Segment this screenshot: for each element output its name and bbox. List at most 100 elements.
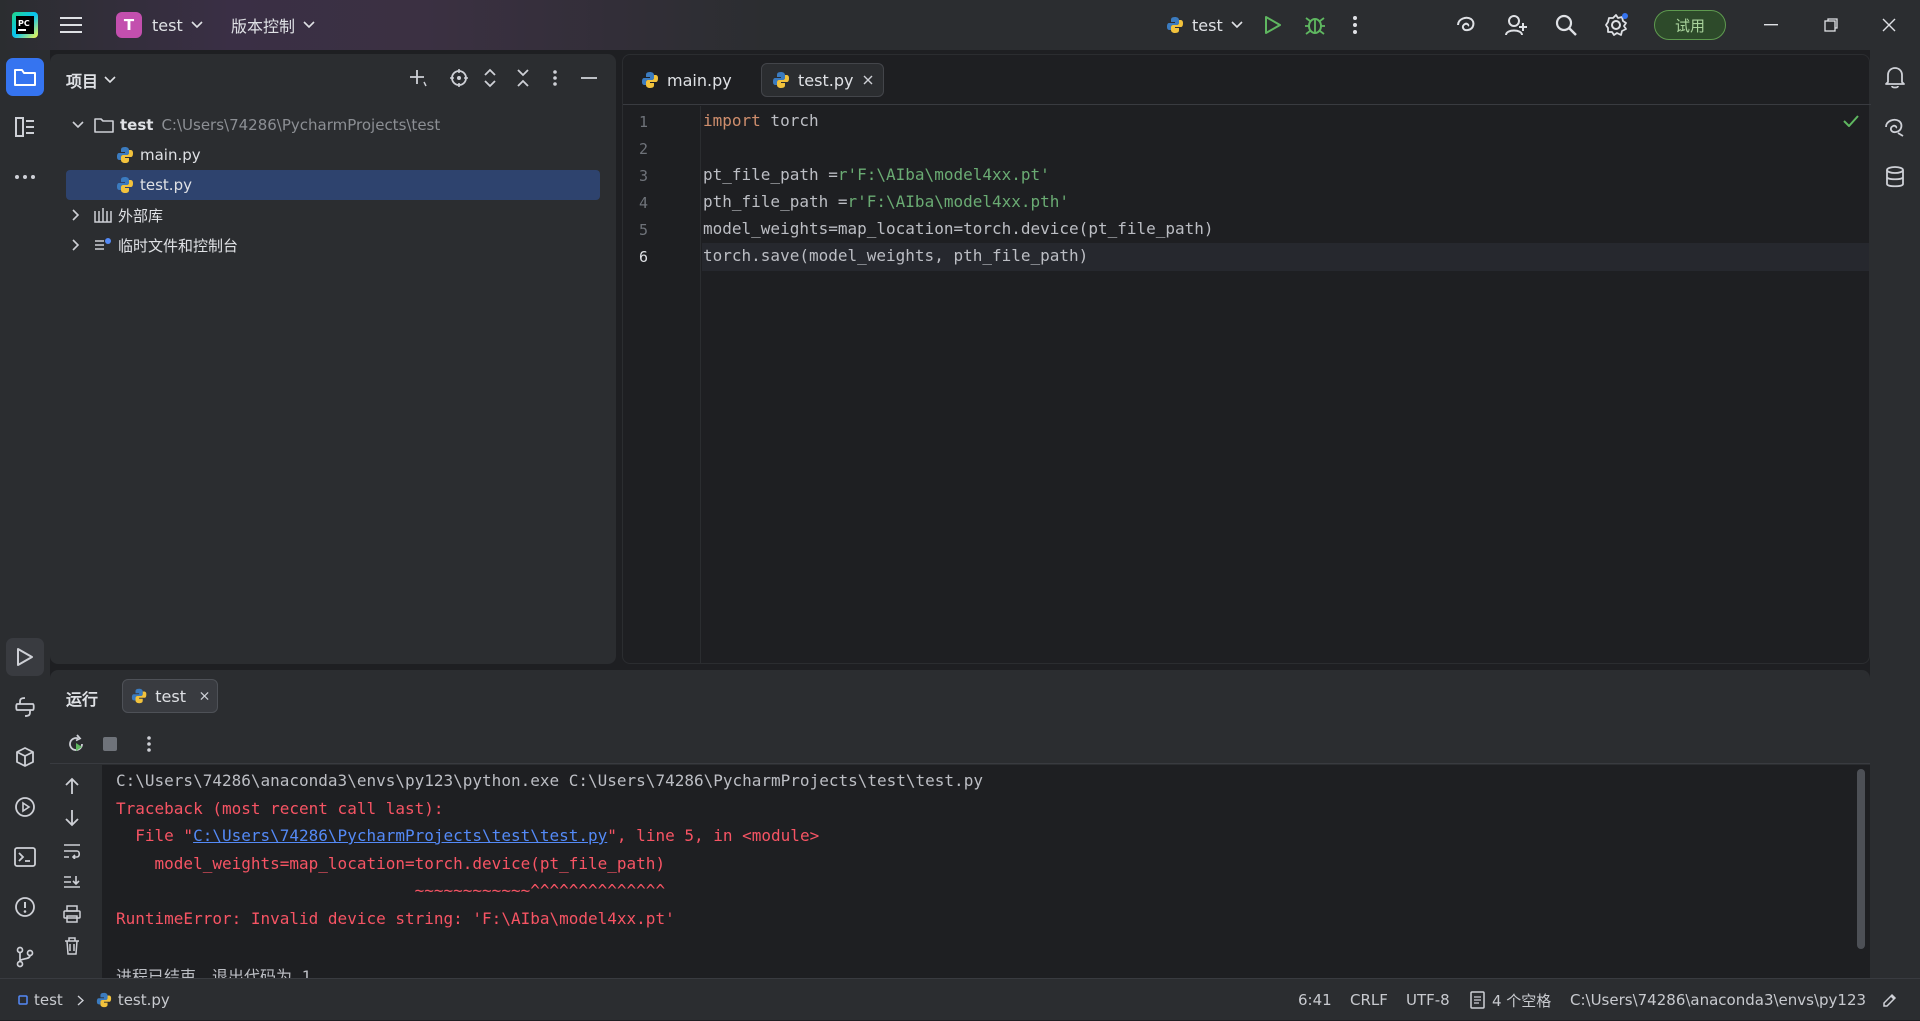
soft-wrap-icon[interactable]	[63, 843, 81, 859]
clear-trash-icon[interactable]	[64, 937, 80, 955]
code-line[interactable]: import torch	[703, 111, 819, 130]
run-config-selector[interactable]: test	[1166, 0, 1243, 50]
python-interpreter[interactable]: C:\Users\74286\anaconda3\envs\py123	[1570, 979, 1866, 1021]
project-selector[interactable]: T test	[116, 0, 203, 50]
python-packages-button[interactable]	[6, 738, 44, 776]
minimize-window-icon[interactable]	[1764, 0, 1778, 50]
run-tool-button[interactable]	[6, 638, 44, 676]
tree-item-label: 外部库	[118, 206, 164, 225]
chevron-right-icon	[72, 239, 80, 251]
readonly-toggle-icon[interactable]	[1882, 979, 1898, 1021]
services-button[interactable]	[6, 788, 44, 826]
tree-item-test-py[interactable]: test.py	[66, 170, 600, 200]
right-tool-strip	[1870, 50, 1920, 978]
database-icon[interactable]	[1876, 158, 1914, 196]
hide-panel-icon[interactable]	[580, 68, 598, 88]
more-tools-icon[interactable]	[6, 158, 44, 196]
new-file-icon[interactable]	[408, 68, 428, 88]
play-icon	[17, 648, 33, 666]
breadcrumb-project[interactable]: test	[34, 991, 63, 1009]
scroll-down-icon[interactable]	[64, 809, 80, 827]
run-options-icon[interactable]	[146, 734, 152, 754]
tree-item-label: test.py	[140, 176, 192, 194]
left-tool-strip	[0, 50, 50, 978]
module-icon	[18, 995, 28, 1005]
folder-icon	[14, 69, 36, 86]
app-logo-icon[interactable]: PC	[12, 0, 38, 50]
vcs-menu[interactable]: 版本控制	[231, 0, 315, 50]
restore-window-icon[interactable]	[1824, 0, 1838, 50]
file-encoding[interactable]: UTF-8	[1406, 979, 1450, 1021]
run-tab-test[interactable]: test	[122, 679, 218, 713]
line-number: 4	[639, 194, 649, 212]
tab-test-py[interactable]: test.py	[761, 63, 885, 97]
console-scrollbar[interactable]	[1857, 769, 1865, 949]
chevron-down-icon	[191, 21, 203, 29]
python-file-icon	[117, 177, 133, 193]
panel-options-icon[interactable]	[552, 68, 558, 88]
console-output[interactable]: C:\Users\74286\anaconda3\envs\py123\pyth…	[50, 765, 1870, 986]
scratches-icon	[95, 238, 111, 250]
ai-chat-icon[interactable]	[1876, 108, 1914, 146]
tree-item-main-py[interactable]: main.py	[66, 140, 600, 170]
line-number-current: 6	[639, 248, 649, 266]
locate-file-icon[interactable]	[449, 68, 469, 88]
code-line[interactable]: pth_file_path =r'F:\AIba\model4xx.pth'	[703, 192, 1069, 211]
ai-assistant-icon[interactable]	[1454, 0, 1478, 50]
console-traceback-line: Traceback (most recent call last):	[116, 799, 444, 818]
tree-item-scratches[interactable]: 临时文件和控制台	[66, 230, 600, 260]
project-tool-button[interactable]	[6, 58, 44, 96]
rerun-icon[interactable]	[66, 734, 86, 754]
structure-tool-button[interactable]	[6, 108, 44, 146]
python-console-button[interactable]	[6, 688, 44, 726]
chevron-down-icon	[72, 121, 84, 129]
run-tab-label: test	[155, 686, 186, 706]
traceback-file-link[interactable]: C:\Users\74286\PycharmProjects\test\test…	[193, 826, 607, 845]
run-panel: 运行 test C:\Users\74286\anaconda3\envs\py…	[50, 670, 1870, 986]
breadcrumb-file[interactable]: test.py	[118, 991, 170, 1009]
services-icon	[15, 797, 35, 817]
collapse-all-icon[interactable]	[515, 68, 531, 88]
run-button[interactable]	[1264, 0, 1282, 50]
code-line[interactable]: torch.save(model_weights, pth_file_path)	[703, 246, 1088, 265]
console-side-toolbar	[50, 765, 102, 978]
structure-icon	[15, 117, 34, 137]
tree-item-label: test	[120, 116, 154, 134]
scroll-up-icon[interactable]	[64, 777, 80, 795]
code-line[interactable]: pt_file_path =r'F:\AIba\model4xx.pt'	[703, 165, 1050, 184]
console-command-line: C:\Users\74286\anaconda3\envs\py123\pyth…	[116, 771, 983, 790]
bug-icon	[1305, 17, 1325, 35]
notifications-bell-icon[interactable]	[1876, 58, 1914, 96]
terminal-button[interactable]	[6, 838, 44, 876]
tree-item-project-root[interactable]: test C:\Users\74286\PycharmProjects\test	[66, 110, 600, 140]
scroll-to-end-icon[interactable]	[63, 875, 81, 891]
search-icon[interactable]	[1554, 0, 1578, 50]
problems-button[interactable]	[6, 888, 44, 926]
add-user-icon[interactable]	[1504, 0, 1528, 50]
tree-item-external-libraries[interactable]: 外部库	[66, 200, 600, 230]
code-line[interactable]: model_weights=map_location=torch.device(…	[703, 219, 1214, 238]
stop-icon[interactable]	[102, 736, 118, 752]
caret-position[interactable]: 6:41	[1298, 979, 1332, 1021]
expand-all-icon[interactable]	[482, 68, 498, 88]
indent-file-icon	[1470, 991, 1485, 1009]
main-menu-icon[interactable]	[60, 0, 82, 50]
console-code-line: model_weights=map_location=torch.device(…	[116, 854, 666, 873]
indent-setting[interactable]: 4 个空格	[1470, 979, 1551, 1021]
print-icon[interactable]	[63, 905, 81, 923]
project-panel-title[interactable]: 项目	[66, 68, 116, 92]
close-window-icon[interactable]	[1882, 0, 1896, 50]
line-ending[interactable]: CRLF	[1350, 979, 1388, 1021]
play-icon	[1265, 16, 1281, 34]
git-button[interactable]	[6, 938, 44, 976]
close-tab-icon[interactable]	[200, 691, 209, 701]
python-file-icon	[642, 72, 658, 88]
inspection-ok-check-icon[interactable]	[1843, 115, 1859, 127]
settings-gear-icon[interactable]	[1604, 0, 1628, 50]
console-error-line: RuntimeError: Invalid device string: 'F:…	[116, 909, 675, 928]
debug-button[interactable]	[1304, 0, 1326, 50]
tab-main-py[interactable]: main.py	[631, 63, 742, 97]
trial-button[interactable]: 试用	[1654, 10, 1726, 40]
close-tab-icon[interactable]	[863, 75, 873, 85]
more-actions-icon[interactable]	[1352, 0, 1358, 50]
